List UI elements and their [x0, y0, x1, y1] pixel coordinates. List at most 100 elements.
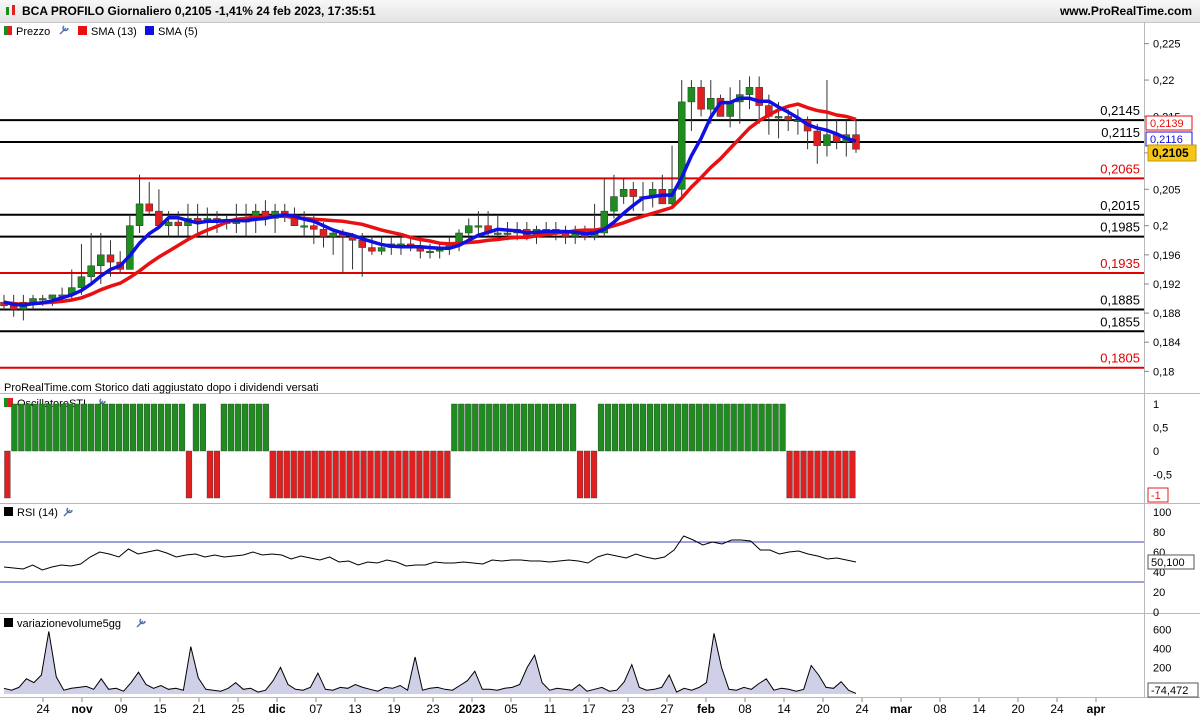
candle-body [164, 221, 173, 226]
osc-bar [618, 403, 626, 452]
osc-bar [611, 403, 619, 452]
price-tick: 0,18 [1153, 366, 1174, 378]
date-tick: dic [268, 702, 286, 716]
osc-bar [18, 403, 25, 452]
osc-bar [597, 403, 605, 452]
vol-tick: 600 [1153, 624, 1171, 636]
osc-bar [472, 403, 479, 452]
rsi-tick: 80 [1153, 527, 1165, 539]
price-tick: 0,192 [1153, 279, 1181, 291]
osc-bar [465, 403, 472, 452]
sma13-price-tag: 0,2139 [1145, 115, 1193, 131]
candle-body [774, 116, 783, 119]
price-tick: 0,2 [1153, 221, 1168, 233]
title-bar: BCA PROFILO Giornaliero 0,2105 -1,41% 24… [0, 0, 1200, 23]
osc-bar [758, 403, 765, 452]
osc-bar [4, 450, 11, 499]
osc-bar [744, 403, 751, 452]
date-tick: 08 [933, 702, 947, 716]
vol-tick: 200 [1153, 662, 1171, 674]
date-tick: 05 [504, 702, 518, 716]
osc-bar [562, 403, 570, 452]
osc-bar [227, 403, 234, 452]
date-tick: 07 [309, 702, 323, 716]
osc-bar [248, 403, 255, 452]
osc-bar [437, 450, 444, 499]
date-tick: 09 [114, 702, 128, 716]
candle-body [145, 203, 153, 212]
date-tick: 15 [153, 702, 167, 716]
candle-body [310, 225, 318, 230]
candle-body [126, 225, 134, 270]
rsi-tick: 0 [1153, 607, 1159, 619]
osc-bar [688, 403, 695, 452]
oscillator-bars [4, 403, 856, 499]
candle-body [48, 294, 57, 299]
date-tick: 11 [544, 702, 557, 716]
sma13-tag-text: 0,2139 [1150, 118, 1184, 130]
candle-body [494, 232, 502, 235]
level-label: 0,1805 [1100, 351, 1140, 366]
osc-bar [374, 450, 381, 499]
date-tick: nov [71, 702, 93, 716]
wrench-icon[interactable] [136, 618, 146, 628]
osc-bar [53, 403, 60, 452]
date-tick: apr [1087, 702, 1106, 716]
osc-bar [178, 403, 186, 452]
chart-canvas[interactable]: 0,2250,220,2150,210,2050,20,1960,1920,18… [0, 22, 1200, 720]
support-resistance-levels [0, 119, 1144, 369]
osc-bar [507, 403, 514, 452]
vol-current-tag: -74,472 [1147, 682, 1199, 698]
chart-title: BCA PROFILO Giornaliero 0,2105 -1,41% 24… [22, 4, 376, 18]
main-legend: Prezzo SMA (13) SMA (5) [4, 25, 198, 38]
wrench-icon[interactable] [63, 507, 73, 517]
osc-bar [828, 450, 835, 499]
candle-body [77, 276, 86, 288]
date-tick: 24 [1050, 702, 1064, 716]
osc-bar [835, 450, 842, 499]
osc-bar [74, 403, 81, 452]
osc-bar [220, 403, 227, 452]
candle-body [464, 225, 473, 234]
osc-bar [646, 403, 653, 452]
date-tick: 21 [192, 702, 206, 716]
osc-bar [116, 403, 123, 452]
osc-bar [772, 403, 779, 452]
osc-bar [213, 450, 220, 499]
candle-body [745, 87, 754, 95]
osc-bar [206, 450, 214, 499]
candle-body [300, 225, 308, 228]
osc-bar [262, 403, 269, 452]
osc-bar [702, 403, 709, 452]
osc-bar [136, 403, 144, 452]
osc-bar [297, 450, 304, 499]
rsi-tick: 20 [1153, 587, 1165, 599]
osc-tick: -0,5 [1153, 470, 1172, 482]
date-tick: 08 [738, 702, 752, 716]
osc-bar [730, 403, 737, 452]
osc-bar [444, 450, 451, 499]
sma5-price-tag: 0,2116 [1145, 131, 1193, 147]
osc-bar [667, 403, 674, 452]
osc-bar [367, 450, 374, 499]
candle-body [619, 189, 628, 197]
chart-app-icon [6, 5, 15, 15]
osc-bar [535, 403, 542, 452]
vol-legend: variazionevolume5gg [4, 618, 146, 630]
site-link[interactable]: www.ProRealTime.com [1060, 4, 1192, 18]
candle-body [174, 221, 183, 226]
date-axis: 24 nov 09 15 21 25 dic 07 13 19 23 2023 05 11 17 23 27 fe… [36, 698, 1106, 716]
osc-tick: 0,5 [1153, 423, 1168, 435]
osc-bar [381, 450, 388, 499]
osc-bar [388, 450, 395, 499]
rsi-line [3, 535, 857, 571]
date-tick: 14 [972, 702, 986, 716]
osc-bar [395, 450, 402, 499]
volume-variation-area [4, 631, 856, 694]
price-tick: 0,205 [1153, 184, 1181, 196]
osc-bar [786, 450, 793, 499]
osc-bar [653, 403, 660, 452]
wrench-icon[interactable] [59, 25, 69, 35]
osc-bar [150, 403, 158, 452]
date-tick: 23 [621, 702, 635, 716]
